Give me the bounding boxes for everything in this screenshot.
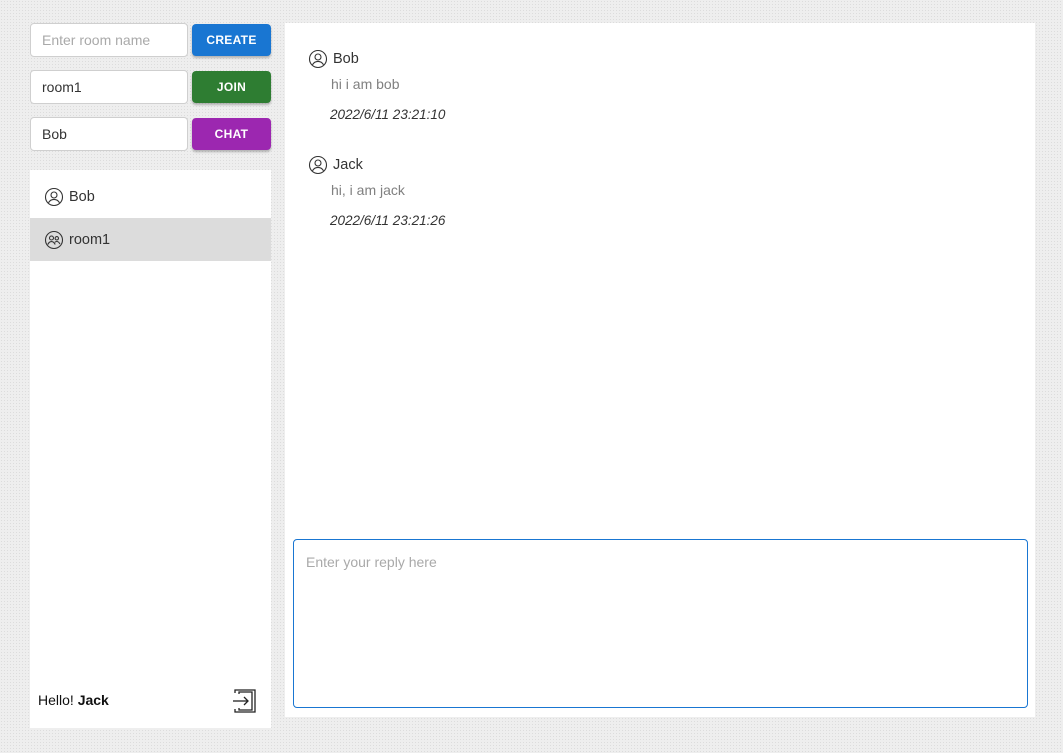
chat-panel: Bob hi i am bob 2022/6/11 23:21:10 Jack … xyxy=(285,23,1035,717)
list-item-room1[interactable]: room1 xyxy=(30,218,271,261)
message-item: Jack hi, i am jack 2022/6/11 23:21:26 xyxy=(308,155,445,228)
message-text: hi, i am jack xyxy=(331,182,405,198)
conversation-list: Bob room1 Hello! Jack xyxy=(30,170,271,728)
user-icon xyxy=(44,187,64,207)
reply-input[interactable] xyxy=(293,539,1028,708)
chat-button[interactable]: CHAT xyxy=(192,118,271,150)
greeting-text: Hello! Jack xyxy=(38,692,109,708)
list-item-bob[interactable]: Bob xyxy=(30,175,271,218)
join-room-row: JOIN xyxy=(30,70,271,104)
chat-user-row: CHAT xyxy=(30,117,271,151)
message-header: Jack xyxy=(308,155,445,175)
message-header: Bob xyxy=(308,49,445,69)
user-icon xyxy=(308,155,328,175)
message-sender: Bob xyxy=(333,51,359,67)
logout-icon xyxy=(231,687,259,720)
user-icon xyxy=(308,49,328,69)
room-name-input[interactable] xyxy=(30,23,188,57)
message-sender: Jack xyxy=(333,157,363,173)
create-button[interactable]: CREATE xyxy=(192,24,271,56)
message-text: hi i am bob xyxy=(331,76,400,92)
chat-user-input[interactable] xyxy=(30,117,188,151)
join-button[interactable]: JOIN xyxy=(192,71,271,103)
list-item-label: Bob xyxy=(69,188,95,205)
message-timestamp: 2022/6/11 23:21:26 xyxy=(330,213,446,228)
list-item-label: room1 xyxy=(69,231,111,248)
logout-button[interactable] xyxy=(230,688,260,718)
group-icon xyxy=(44,230,64,250)
message-timestamp: 2022/6/11 23:21:10 xyxy=(330,107,446,122)
sidebar-controls: CREATE JOIN CHAT xyxy=(30,23,271,164)
greeting-username: Jack xyxy=(77,692,109,708)
message-item: Bob hi i am bob 2022/6/11 23:21:10 xyxy=(308,49,445,122)
greeting-prefix: Hello! xyxy=(38,692,74,708)
create-room-row: CREATE xyxy=(30,23,271,57)
join-room-input[interactable] xyxy=(30,70,188,104)
